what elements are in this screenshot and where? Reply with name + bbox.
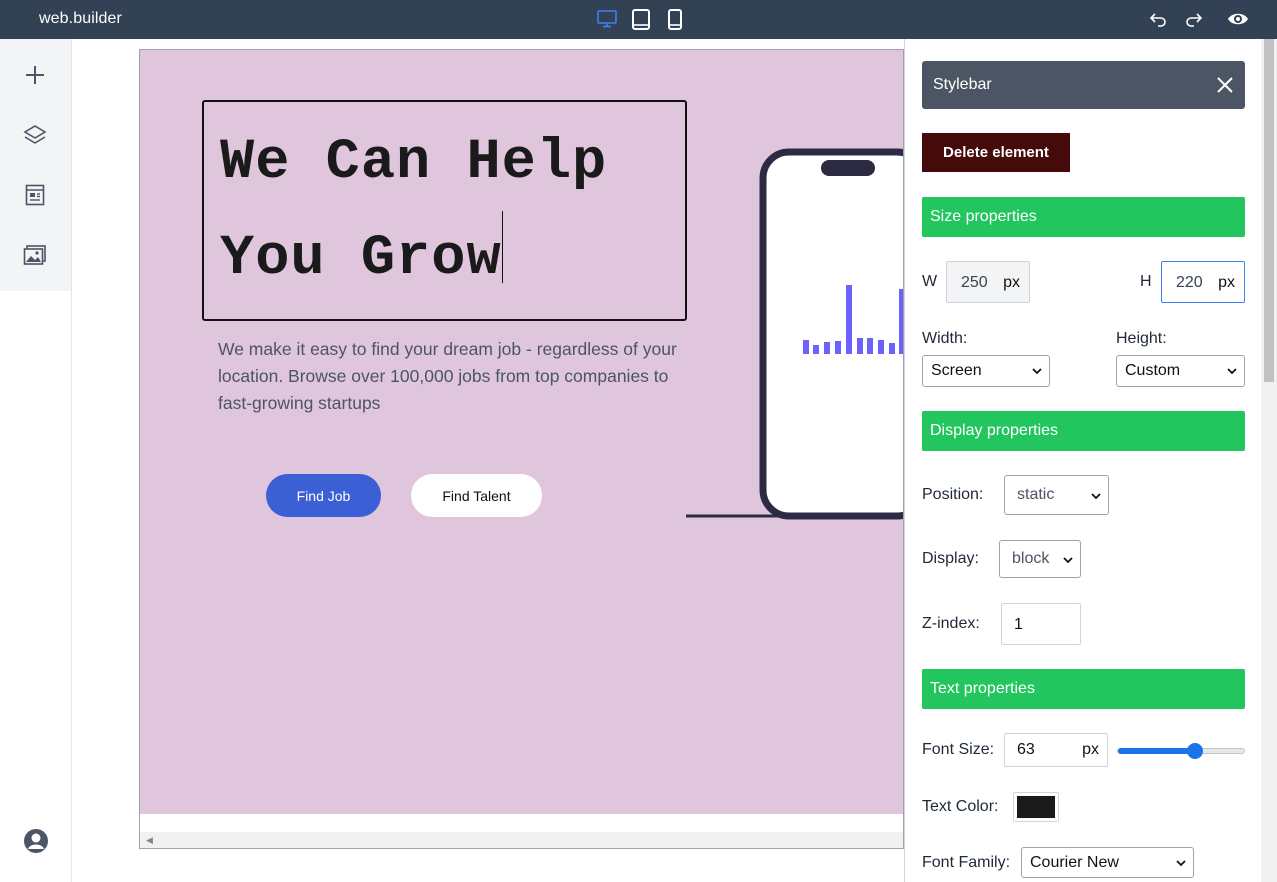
font-size-slider-fill: [1118, 748, 1195, 754]
w-label: W: [922, 273, 938, 290]
font-size-value: 63: [1017, 741, 1035, 758]
font-size-slider-knob[interactable]: [1186, 743, 1203, 759]
h-field[interactable]: 220 px: [1161, 261, 1245, 303]
stylebar-title: Stylebar: [933, 76, 992, 93]
device-switcher: [596, 8, 686, 30]
headline-selected-element[interactable]: We Can Help You Grow: [202, 100, 687, 321]
chevron-down-icon: [1227, 368, 1237, 375]
font-size-slider[interactable]: [1117, 743, 1245, 759]
headline-line-2: You Grow: [220, 227, 502, 291]
chevron-down-icon: [1176, 860, 1186, 867]
h-unit: px: [1218, 274, 1235, 291]
display-label: Display:: [922, 550, 979, 567]
desktop-icon[interactable]: [596, 8, 618, 30]
font-size-label: Font Size:: [922, 741, 995, 758]
h-label: H: [1140, 273, 1152, 290]
left-toolbar: [0, 39, 72, 882]
vertical-scrollbar[interactable]: [1261, 39, 1277, 882]
pages-icon[interactable]: [23, 183, 47, 207]
preview-eye-icon[interactable]: [1227, 8, 1249, 30]
headline-text[interactable]: We Can Help You Grow: [220, 116, 671, 307]
width-label: Width:: [922, 330, 968, 347]
text-color-swatch: [1017, 796, 1055, 818]
text-color-picker[interactable]: [1013, 792, 1059, 822]
text-caret: [501, 211, 503, 283]
vertical-scrollbar-thumb[interactable]: [1264, 39, 1274, 382]
tablet-icon[interactable]: [630, 8, 652, 30]
top-bar: web.builder: [0, 0, 1277, 39]
scroll-left-arrow-icon[interactable]: ◀: [146, 835, 153, 846]
find-talent-button[interactable]: Find Talent: [411, 474, 542, 517]
chevron-down-icon: [1063, 557, 1073, 564]
font-family-label: Font Family:: [922, 854, 1011, 871]
undo-icon[interactable]: [1147, 8, 1169, 30]
layers-icon[interactable]: [23, 123, 47, 147]
mobile-icon[interactable]: [664, 8, 686, 30]
height-select-value: Custom: [1125, 362, 1181, 379]
delete-element-button[interactable]: Delete element: [922, 133, 1070, 172]
stylebar-panel: Stylebar Delete element Size properties …: [904, 39, 1261, 882]
stylebar-header: Stylebar: [922, 61, 1245, 109]
position-select-value: static: [1017, 486, 1055, 503]
chevron-down-icon: [1091, 493, 1101, 500]
chevron-down-icon: [1032, 368, 1042, 375]
media-icon[interactable]: [23, 243, 47, 267]
width-select-value: Screen: [931, 362, 982, 379]
zindex-label: Z-index:: [922, 615, 980, 632]
page-canvas[interactable]: We Can Help You Grow We make it easy to …: [140, 50, 903, 814]
position-label: Position:: [922, 486, 984, 503]
top-actions: [1147, 8, 1249, 30]
w-value: 250: [961, 274, 988, 291]
phone-illustration: [686, 148, 903, 520]
position-select[interactable]: static: [1004, 475, 1109, 515]
width-select[interactable]: Screen: [922, 355, 1050, 387]
find-job-button[interactable]: Find Job: [266, 474, 381, 517]
horizontal-scrollbar[interactable]: ◀: [140, 832, 903, 848]
app-brand: web.builder: [39, 10, 122, 27]
size-properties-header[interactable]: Size properties: [922, 197, 1245, 237]
w-unit: px: [1003, 274, 1020, 291]
add-icon[interactable]: [23, 63, 47, 87]
headline-line-1: We Can Help: [220, 131, 608, 195]
font-family-select-value: Courier New: [1030, 854, 1119, 871]
display-select[interactable]: block: [999, 540, 1081, 578]
redo-icon[interactable]: [1183, 8, 1205, 30]
user-avatar-icon[interactable]: [23, 828, 49, 854]
hero-subtext[interactable]: We make it easy to find your dream job -…: [218, 336, 678, 417]
display-properties-header[interactable]: Display properties: [922, 411, 1245, 451]
canvas-frame: We Can Help You Grow We make it easy to …: [139, 49, 904, 849]
w-field[interactable]: 250 px: [946, 261, 1030, 303]
left-toolbar-panel: [0, 39, 71, 291]
font-family-select[interactable]: Courier New: [1021, 847, 1194, 878]
text-color-label: Text Color:: [922, 798, 999, 815]
zindex-input[interactable]: 1: [1001, 603, 1081, 645]
text-properties-header[interactable]: Text properties: [922, 669, 1245, 709]
close-icon[interactable]: [1215, 75, 1235, 95]
display-select-value: block: [1012, 550, 1050, 567]
font-size-unit: px: [1082, 741, 1099, 758]
font-size-input[interactable]: 63 px: [1004, 733, 1108, 767]
height-label: Height:: [1116, 330, 1167, 347]
h-value: 220: [1176, 274, 1203, 291]
height-select[interactable]: Custom: [1116, 355, 1245, 387]
